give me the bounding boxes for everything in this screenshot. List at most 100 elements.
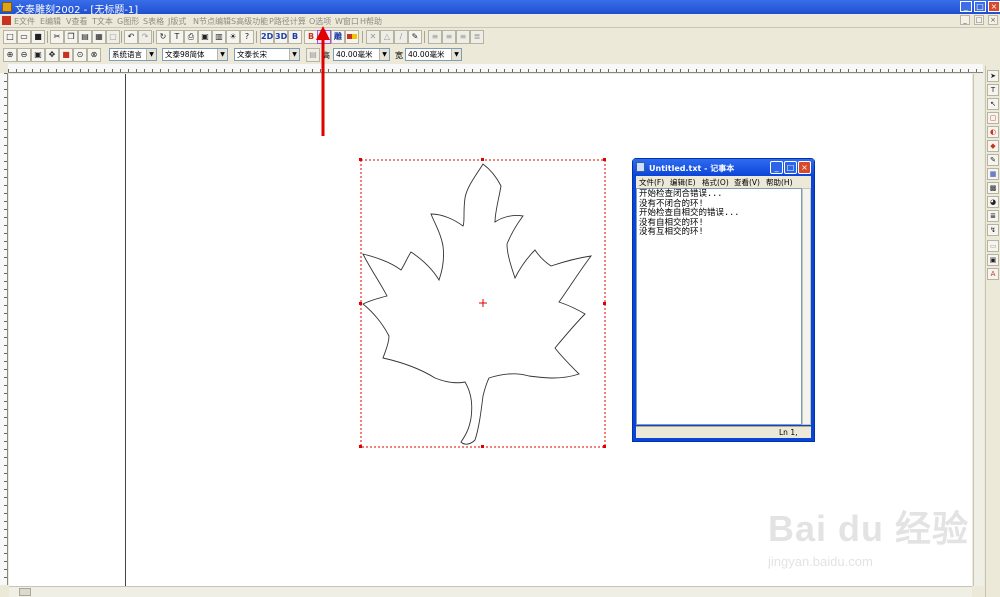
text-effect-icon[interactable]: A [987, 268, 999, 280]
notepad-menu-format[interactable]: 格式(O) [702, 177, 729, 188]
text-tool-icon[interactable]: T [170, 30, 184, 44]
help-icon[interactable]: ? [240, 30, 254, 44]
menu-view[interactable]: V查看 [66, 16, 87, 27]
layers-icon[interactable]: ≣ [987, 210, 999, 222]
menu-text[interactable]: T文本 [92, 16, 113, 27]
chevron-down-icon: ▼ [217, 49, 227, 60]
menu-layout[interactable]: J版式 [168, 16, 186, 27]
vertical-scrollbar[interactable] [973, 74, 984, 586]
mdi-minimize-button[interactable]: _ [960, 15, 970, 25]
scroll-thumb[interactable] [19, 588, 31, 596]
font-name-select[interactable]: 文泰98简体 ▼ [162, 48, 228, 61]
drawing-canvas[interactable] [9, 74, 972, 586]
disabled-tool-icon[interactable]: ▭ [987, 240, 999, 252]
clipboard-icon[interactable]: ▢ [106, 30, 120, 44]
height-input[interactable]: 40.00毫米 ▼ [333, 48, 390, 61]
paste-icon[interactable]: ▤ [78, 30, 92, 44]
menu-table[interactable]: S表格 [143, 16, 164, 27]
2d-button[interactable]: 2D [260, 30, 274, 44]
cut-icon[interactable]: ✂ [50, 30, 64, 44]
copy-icon[interactable]: ❐ [64, 30, 78, 44]
align-left-icon[interactable]: ≡ [428, 30, 442, 44]
language-select[interactable]: 系统语言 ▼ [109, 48, 157, 61]
bulb-icon[interactable]: ☀ [226, 30, 240, 44]
width-input[interactable]: 40.00毫米 ▼ [405, 48, 462, 61]
menu-graphics[interactable]: G图形 [117, 16, 139, 27]
notepad-menu-help[interactable]: 帮助(H) [766, 177, 793, 188]
cross-icon[interactable]: ✕ [366, 30, 380, 44]
new-file-icon[interactable]: □ [3, 30, 17, 44]
notepad-menu-view[interactable]: 查看(V) [734, 177, 760, 188]
bold-button[interactable]: B [288, 30, 302, 44]
menu-path-calc[interactable]: P路径计算 [269, 16, 306, 27]
zoom-fit-icon[interactable]: ⊙ [73, 48, 87, 62]
horizontal-ruler[interactable] [8, 64, 983, 73]
outline-check-icon[interactable]: 雕 [331, 30, 345, 44]
ellipse-icon[interactable]: ◐ [987, 126, 999, 138]
notepad-text-area[interactable]: 开始检查闭合错误... 没有不闭合的环! 开始检查自相交的错误... 没有自相交… [636, 188, 802, 425]
vertical-ruler[interactable] [0, 73, 8, 585]
mdi-close-button[interactable]: × [988, 15, 998, 25]
pan-icon[interactable]: ✥ [45, 48, 59, 62]
scan-icon[interactable]: ▣ [198, 30, 212, 44]
node-edit-icon[interactable]: ↖ [987, 98, 999, 110]
tool-palette: ➤ T ↖ ▢ ◐ ◆ ✎ ▦ ▩ ◕ ≣ ↯ ▭ ▣ A [985, 66, 1000, 597]
brush-icon[interactable]: ✎ [987, 154, 999, 166]
print-icon[interactable]: ⎙ [184, 30, 198, 44]
canvas-graphics [321, 74, 606, 448]
justify-icon[interactable]: ≣ [470, 30, 484, 44]
font-style-select[interactable]: 文泰长宋 ▼ [234, 48, 300, 61]
zoom-in-icon[interactable]: ⊕ [3, 48, 17, 62]
redo-icon[interactable]: ↷ [138, 30, 152, 44]
notepad-maximize-button[interactable]: □ [784, 161, 797, 174]
3d-button[interactable]: 3D [274, 30, 288, 44]
notepad-menu-bar: 文件(F) 编辑(E) 格式(O) 查看(V) 帮助(H) [636, 176, 811, 188]
edit-shape-icon[interactable]: ✎ [408, 30, 422, 44]
print-preview-icon[interactable]: ▦ [92, 30, 106, 44]
notepad-close-button[interactable]: × [798, 161, 811, 174]
fill-icon[interactable]: ◕ [987, 196, 999, 208]
notepad-title-bar[interactable]: Untitled.txt - 记事本 _ □ × [633, 159, 814, 176]
transform-icon[interactable]: ↯ [987, 224, 999, 236]
polygon-icon[interactable]: ◆ [987, 140, 999, 152]
menu-node-edit[interactable]: N节点编辑 [193, 16, 231, 27]
triangle-icon[interactable]: △ [380, 30, 394, 44]
notepad-menu-edit[interactable]: 编辑(E) [670, 177, 696, 188]
text-icon[interactable]: T [987, 84, 999, 96]
select-arrow-icon[interactable]: ➤ [987, 70, 999, 82]
zoom-all-icon[interactable]: ⊗ [87, 48, 101, 62]
mdi-restore-button[interactable]: □ [974, 15, 984, 25]
color-fill-icon[interactable] [345, 30, 359, 44]
minimize-button[interactable]: _ [960, 1, 972, 12]
grid-icon[interactable]: ▩ [987, 182, 999, 194]
align-right-icon[interactable]: ≡ [456, 30, 470, 44]
image-icon[interactable]: ▥ [212, 30, 226, 44]
notepad-scrollbar[interactable] [802, 188, 811, 425]
undo-icon[interactable]: ↶ [124, 30, 138, 44]
chevron-down-icon: ▼ [289, 49, 299, 60]
menu-edit[interactable]: E编辑 [40, 16, 61, 27]
notepad-menu-file[interactable]: 文件(F) [639, 177, 664, 188]
rectangle-icon[interactable]: ▢ [987, 112, 999, 124]
notepad-minimize-button[interactable]: _ [770, 161, 783, 174]
menu-help[interactable]: H帮助 [360, 16, 382, 27]
rotate-icon[interactable]: ↻ [156, 30, 170, 44]
stop-icon[interactable]: ■ [59, 48, 73, 62]
menu-file[interactable]: E文件 [14, 16, 35, 27]
zoom-out-icon[interactable]: ⊖ [17, 48, 31, 62]
palette-icon[interactable]: ▣ [987, 254, 999, 266]
menu-advanced[interactable]: S高级功能 [231, 16, 268, 27]
save-icon[interactable]: ■ [31, 30, 45, 44]
main-toolbar: □ ▭ ■ ✂ ❐ ▤ ▦ ▢ ↶ ↷ ↻ T ⎙ ▣ ▥ ☀ ? 2D 3D … [0, 29, 1000, 46]
zoom-window-icon[interactable]: ▣ [31, 48, 45, 62]
line-icon[interactable]: / [394, 30, 408, 44]
menu-window[interactable]: W窗口 [335, 16, 359, 27]
toolbar-divider [153, 31, 154, 43]
table-icon[interactable]: ▦ [987, 168, 999, 180]
notepad-window[interactable]: Untitled.txt - 记事本 _ □ × 文件(F) 编辑(E) 格式(… [632, 158, 815, 442]
close-button[interactable]: × [988, 1, 1000, 12]
maximize-button[interactable]: □ [974, 1, 986, 12]
align-center-icon[interactable]: ≡ [442, 30, 456, 44]
horizontal-scrollbar[interactable] [9, 586, 972, 597]
open-folder-icon[interactable]: ▭ [17, 30, 31, 44]
